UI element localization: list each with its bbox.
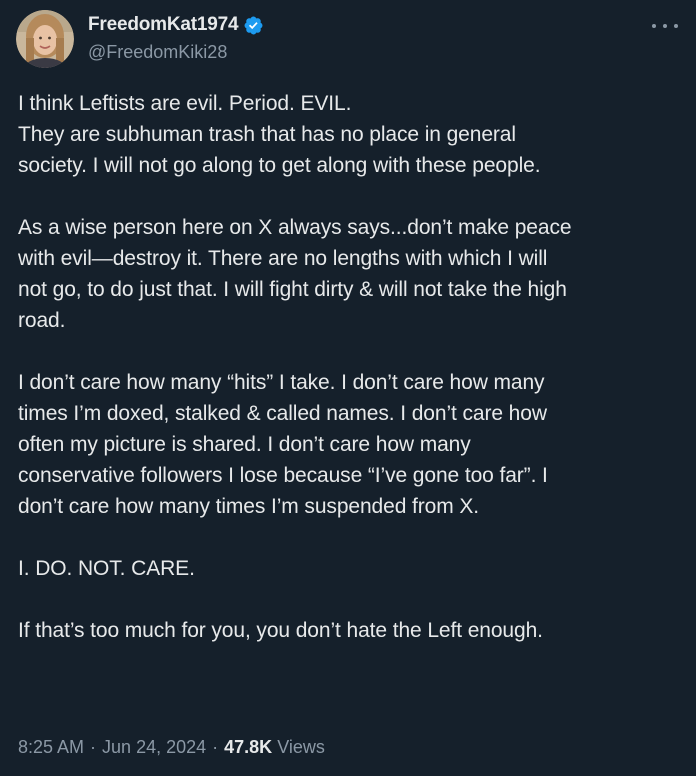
verified-badge-icon[interactable]: [243, 15, 264, 36]
tweet-line: I don’t care how many “hits” I take. I d…: [18, 371, 545, 394]
tweet-time: 8:25 AM: [18, 737, 85, 757]
tweet-line: As a wise person here on X always says..…: [18, 216, 572, 239]
author-avatar[interactable]: [16, 10, 74, 68]
avatar-photo-icon: [16, 10, 74, 68]
tweet-line: conservative followers I lose because “I…: [18, 464, 548, 487]
views-label: Views: [277, 737, 325, 757]
ellipsis-icon: [674, 24, 678, 28]
tweet-meta: 8:25 AM · Jun 24, 2024 · 47.8K Views: [18, 737, 325, 758]
author-names: FreedomKat1974 @FreedomKiki28: [88, 12, 264, 63]
tweet-line: I think Leftists are evil. Period. EVIL.: [18, 92, 352, 115]
tweet-line: don’t care how many times I’m suspended …: [18, 495, 480, 518]
views-link[interactable]: 47.8K Views: [224, 737, 325, 757]
ellipsis-icon: [652, 24, 656, 28]
tweet-line: society. I will not go along to get alon…: [18, 154, 541, 177]
meta-separator: ·: [90, 737, 97, 757]
tweet-line: They are subhuman trash that has no plac…: [18, 123, 516, 146]
display-name-row: FreedomKat1974: [88, 12, 264, 38]
tweet-header: FreedomKat1974 @FreedomKiki28: [16, 10, 680, 70]
tweet-date: Jun 24, 2024: [102, 737, 207, 757]
tweet-line: often my picture is shared. I don’t care…: [18, 433, 471, 456]
tweet-card: FreedomKat1974 @FreedomKiki28 I think Le…: [0, 0, 696, 776]
tweet-line: road.: [18, 309, 66, 332]
meta-separator: ·: [212, 737, 219, 757]
tweet-line: with evil—destroy it. There are no lengt…: [18, 247, 548, 270]
tweet-line: times I’m doxed, stalked & called names.…: [18, 402, 547, 425]
tweet-timestamp[interactable]: 8:25 AM · Jun 24, 2024: [18, 737, 206, 757]
author-handle[interactable]: @FreedomKiki28: [88, 42, 264, 63]
more-options-button[interactable]: [652, 16, 678, 36]
tweet-line: I. DO. NOT. CARE.: [18, 557, 195, 580]
tweet-text: I think Leftists are evil. Period. EVIL.…: [18, 88, 684, 646]
tweet-line: not go, to do just that. I will fight di…: [18, 278, 567, 301]
ellipsis-icon: [663, 24, 667, 28]
views-count: 47.8K: [224, 737, 273, 757]
author-display-name[interactable]: FreedomKat1974: [88, 14, 239, 36]
tweet-line: If that’s too much for you, you don’t ha…: [18, 619, 543, 642]
